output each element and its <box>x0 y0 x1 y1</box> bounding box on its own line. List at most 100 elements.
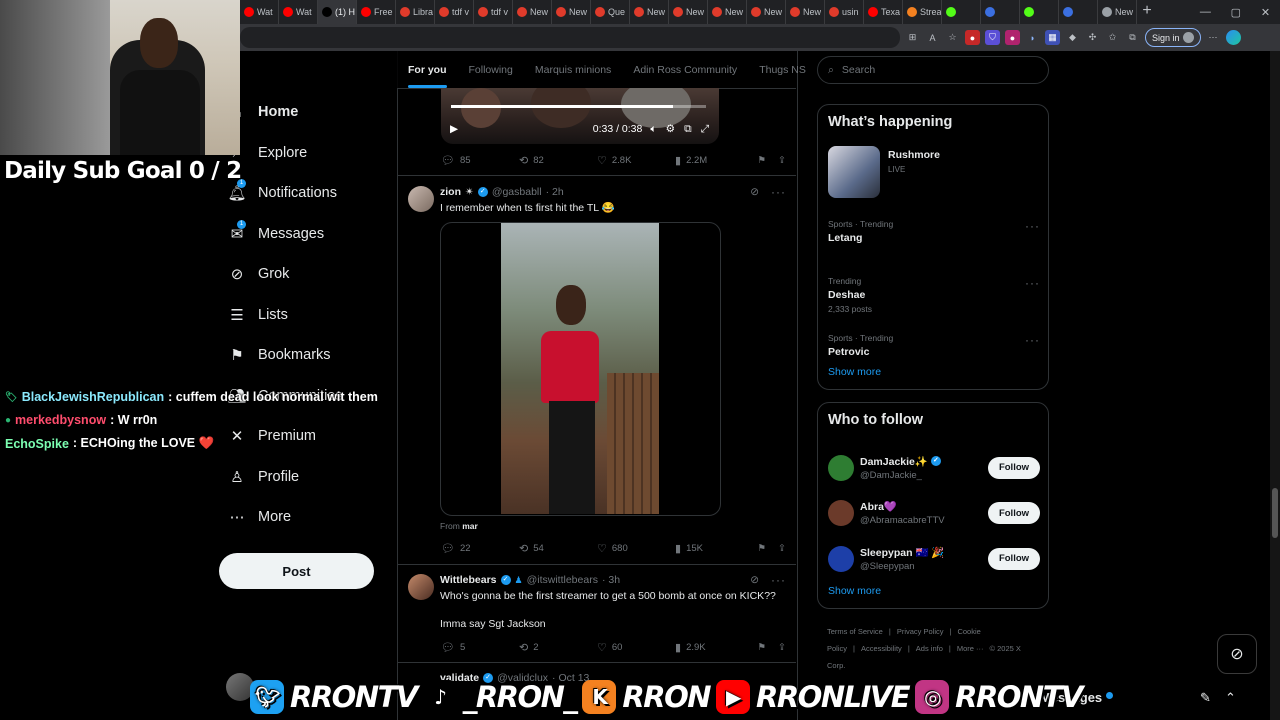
close-window-icon[interactable]: ✕ <box>1261 6 1270 19</box>
follow-name[interactable]: Sleepypan 🇦🇺 🎉 <box>860 546 945 559</box>
browser-tab[interactable]: New <box>630 0 669 24</box>
bookmark-icon[interactable]: ⚑ <box>758 543 767 554</box>
browser-tab[interactable] <box>981 0 1020 24</box>
trend-item[interactable]: Sports · Trending Petrovic ··· <box>828 333 1040 390</box>
from-user[interactable]: mar <box>462 521 478 531</box>
video-thumbnail[interactable] <box>501 223 659 514</box>
browser-tab[interactable]: Free <box>357 0 396 24</box>
menu-dots-icon[interactable]: ⋯ <box>1206 30 1221 45</box>
feed-tab[interactable]: Adin Ross Community <box>622 51 748 88</box>
repost-button[interactable]: ⟲ 2 <box>519 641 597 654</box>
feed-tab[interactable]: Marquis minions <box>524 51 622 88</box>
bookmark-icon[interactable]: ⚑ <box>758 155 767 166</box>
browser-tab[interactable]: New <box>669 0 708 24</box>
like-button[interactable]: ♡ 60 <box>597 641 675 654</box>
volume-icon[interactable]: 🔈︎ <box>650 123 656 136</box>
live-thumbnail[interactable] <box>828 146 880 198</box>
scrollbar-thumb[interactable] <box>1272 488 1278 538</box>
read-aloud-icon[interactable]: A <box>925 30 940 45</box>
reply-button[interactable]: 💬︎ 85 <box>441 154 519 167</box>
views-button[interactable]: ▮ 15K <box>675 542 753 555</box>
show-more-follow-link[interactable]: Show more <box>828 585 881 597</box>
feed-tab[interactable]: For you <box>397 51 458 88</box>
extensions-icon[interactable]: ✣ <box>1085 30 1100 45</box>
tweet-avatar[interactable] <box>408 574 434 600</box>
favorite-star-icon[interactable]: ☆ <box>945 30 960 45</box>
show-more-trends-link[interactable]: Show more <box>828 366 881 378</box>
nav-item-home[interactable]: ⌂Home <box>220 92 395 133</box>
extension-puzzle-a-icon[interactable]: ▦ <box>1045 30 1060 45</box>
page-scrollbar[interactable] <box>1270 51 1280 720</box>
live-title[interactable]: Rushmore <box>888 149 940 161</box>
address-bar[interactable] <box>240 27 900 48</box>
minimize-icon[interactable]: — <box>1200 6 1211 18</box>
browser-tab[interactable]: New <box>513 0 552 24</box>
browser-tab[interactable]: New <box>747 0 786 24</box>
footer-link[interactable]: Ads info <box>916 644 943 653</box>
copilot-icon[interactable] <box>1225 30 1241 45</box>
browser-tab[interactable] <box>1059 0 1098 24</box>
browser-tab[interactable]: New <box>1098 0 1137 24</box>
grok-button[interactable]: ⊘ <box>1217 634 1257 674</box>
avatar[interactable] <box>828 454 854 481</box>
follow-suggestion[interactable]: DamJackie✨ ✓ @DamJackie_ Follow <box>828 445 1040 491</box>
more-dots-icon[interactable]: ··· <box>1025 219 1040 233</box>
diamond-icon[interactable]: ◆ <box>1065 30 1080 45</box>
browser-tab[interactable]: New <box>786 0 825 24</box>
share-icon[interactable]: ⇪ <box>778 543 786 554</box>
tweet-author-name[interactable]: Wittlebears <box>440 574 497 586</box>
chevron-up-icon[interactable]: ⌃ <box>1225 690 1236 706</box>
browser-tab[interactable]: Texa <box>864 0 903 24</box>
extension-red-icon[interactable]: ● <box>965 30 980 45</box>
collections-icon[interactable]: ⧉ <box>1125 30 1140 45</box>
like-button[interactable]: ♡ 2.8K <box>597 154 675 167</box>
browser-tab[interactable]: New <box>552 0 591 24</box>
feed-tab[interactable]: Following <box>458 51 524 88</box>
browser-tab[interactable] <box>1020 0 1059 24</box>
post-button[interactable]: Post <box>219 553 374 589</box>
new-tab-button[interactable]: + <box>1138 2 1156 20</box>
nav-item-explore[interactable]: ⌕Explore <box>220 133 395 174</box>
trend-item[interactable]: Trending Deshae 2,333 posts ··· <box>828 276 1040 333</box>
footer-link[interactable]: Terms of Service <box>827 627 883 636</box>
footer-link[interactable]: More ··· <box>957 644 984 653</box>
grok-icon[interactable]: ⊘ <box>750 186 759 198</box>
follow-name[interactable]: Abra💜 <box>860 500 897 513</box>
bookmark-icon[interactable]: ⚑ <box>758 642 767 653</box>
more-dots-icon[interactable]: ··· <box>771 573 786 587</box>
extension-blue-icon[interactable]: ◗ <box>1025 30 1040 45</box>
extension-shield-icon[interactable]: ⛉ <box>985 30 1000 45</box>
repost-button[interactable]: ⟲ 54 <box>519 542 597 555</box>
tweet-author-name[interactable]: zion <box>440 186 461 198</box>
favorites-icon[interactable]: ✩ <box>1105 30 1120 45</box>
browser-tab[interactable]: tdf v <box>435 0 474 24</box>
play-icon[interactable]: ▶ <box>450 123 458 135</box>
browser-tab[interactable]: Libra <box>396 0 435 24</box>
nav-item-messages[interactable]: ✉ 1 Messages <box>220 214 395 255</box>
feed-tab[interactable]: Thugs NS <box>748 51 817 88</box>
nav-item-lists[interactable]: ☰ Lists <box>220 295 395 336</box>
tweet-time[interactable]: · 3h <box>602 574 620 586</box>
settings-gear-icon[interactable]: ⚙ <box>666 123 675 135</box>
browser-tab[interactable]: usin <box>825 0 864 24</box>
tweet-handle[interactable]: @gasbabll <box>492 186 542 198</box>
follow-name[interactable]: DamJackie✨ <box>860 455 928 468</box>
more-dots-icon[interactable]: ··· <box>1025 276 1040 290</box>
pip-icon[interactable]: ⧉ <box>684 123 692 136</box>
browser-tab[interactable]: Que <box>591 0 630 24</box>
avatar[interactable] <box>828 545 854 572</box>
nav-item-profile[interactable]: ♙ Profile <box>220 457 395 498</box>
share-icon[interactable]: ⇪ <box>778 642 786 653</box>
browser-tab[interactable]: (1) H <box>318 0 357 24</box>
follow-button[interactable]: Follow <box>988 547 1040 570</box>
more-dots-icon[interactable]: ··· <box>771 185 786 199</box>
tweet-avatar[interactable] <box>408 186 434 212</box>
maximize-icon[interactable]: ▢ <box>1231 6 1241 19</box>
browser-tab[interactable]: Wat <box>240 0 279 24</box>
tweet-handle[interactable]: @itswittlebears <box>527 574 598 586</box>
browser-tab[interactable]: Wat <box>279 0 318 24</box>
search-input[interactable]: ⌕ Search <box>817 56 1049 84</box>
tweet-time[interactable]: · 2h <box>546 186 564 198</box>
reply-button[interactable]: 💬︎ 5 <box>441 641 519 654</box>
footer-link[interactable]: Privacy Policy <box>897 627 944 636</box>
